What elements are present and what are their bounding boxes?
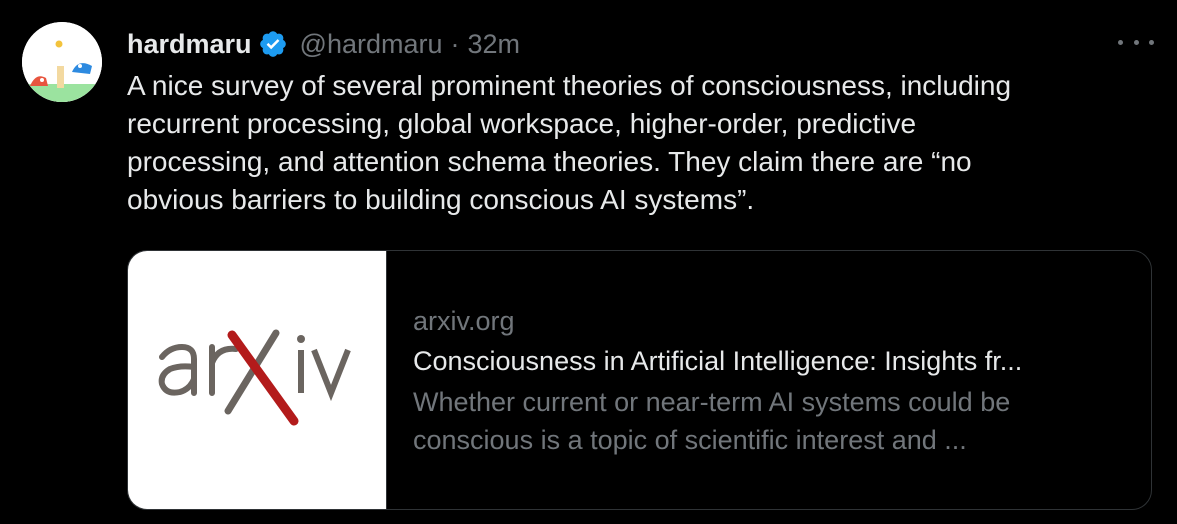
tweet-text-line: A nice survey of several prominent theor… [127, 70, 1012, 101]
tweet-header: hardmaru @hardmaru · 32m [127, 26, 520, 62]
card-description: Whether current or near-term AI systems … [413, 383, 1133, 459]
link-card[interactable]: arxiv.org Consciousness in Artificial In… [127, 250, 1152, 510]
tweet-text-line: obvious barriers to building conscious A… [127, 184, 755, 215]
more-options-icon[interactable] [1118, 30, 1154, 54]
card-body[interactable]: arxiv.org Consciousness in Artificial In… [413, 303, 1133, 459]
avatar-illustration [22, 22, 102, 102]
tweet-text-line: recurrent processing, global workspace, … [127, 108, 917, 139]
card-domain: arxiv.org [413, 306, 515, 336]
card-description-line: Whether current or near-term AI systems … [413, 387, 1011, 417]
tweet-text-line: processing, and attention schema theorie… [127, 146, 972, 177]
timestamp[interactable]: 32m [468, 29, 521, 60]
verified-badge-icon[interactable] [258, 29, 288, 59]
card-thumbnail[interactable] [128, 251, 387, 509]
handle[interactable]: @hardmaru [300, 29, 443, 60]
tweet[interactable]: hardmaru @hardmaru · 32m A nice survey o… [0, 0, 1177, 524]
card-title: Consciousness in Artificial Intelligence… [413, 346, 1023, 376]
tweet-text: A nice survey of several prominent theor… [127, 67, 1137, 219]
avatar[interactable] [22, 22, 102, 102]
card-description-line: conscious is a topic of scientific inter… [413, 425, 967, 455]
separator: · [450, 28, 460, 59]
arxiv-logo [158, 329, 351, 426]
display-name[interactable]: hardmaru [127, 29, 252, 60]
